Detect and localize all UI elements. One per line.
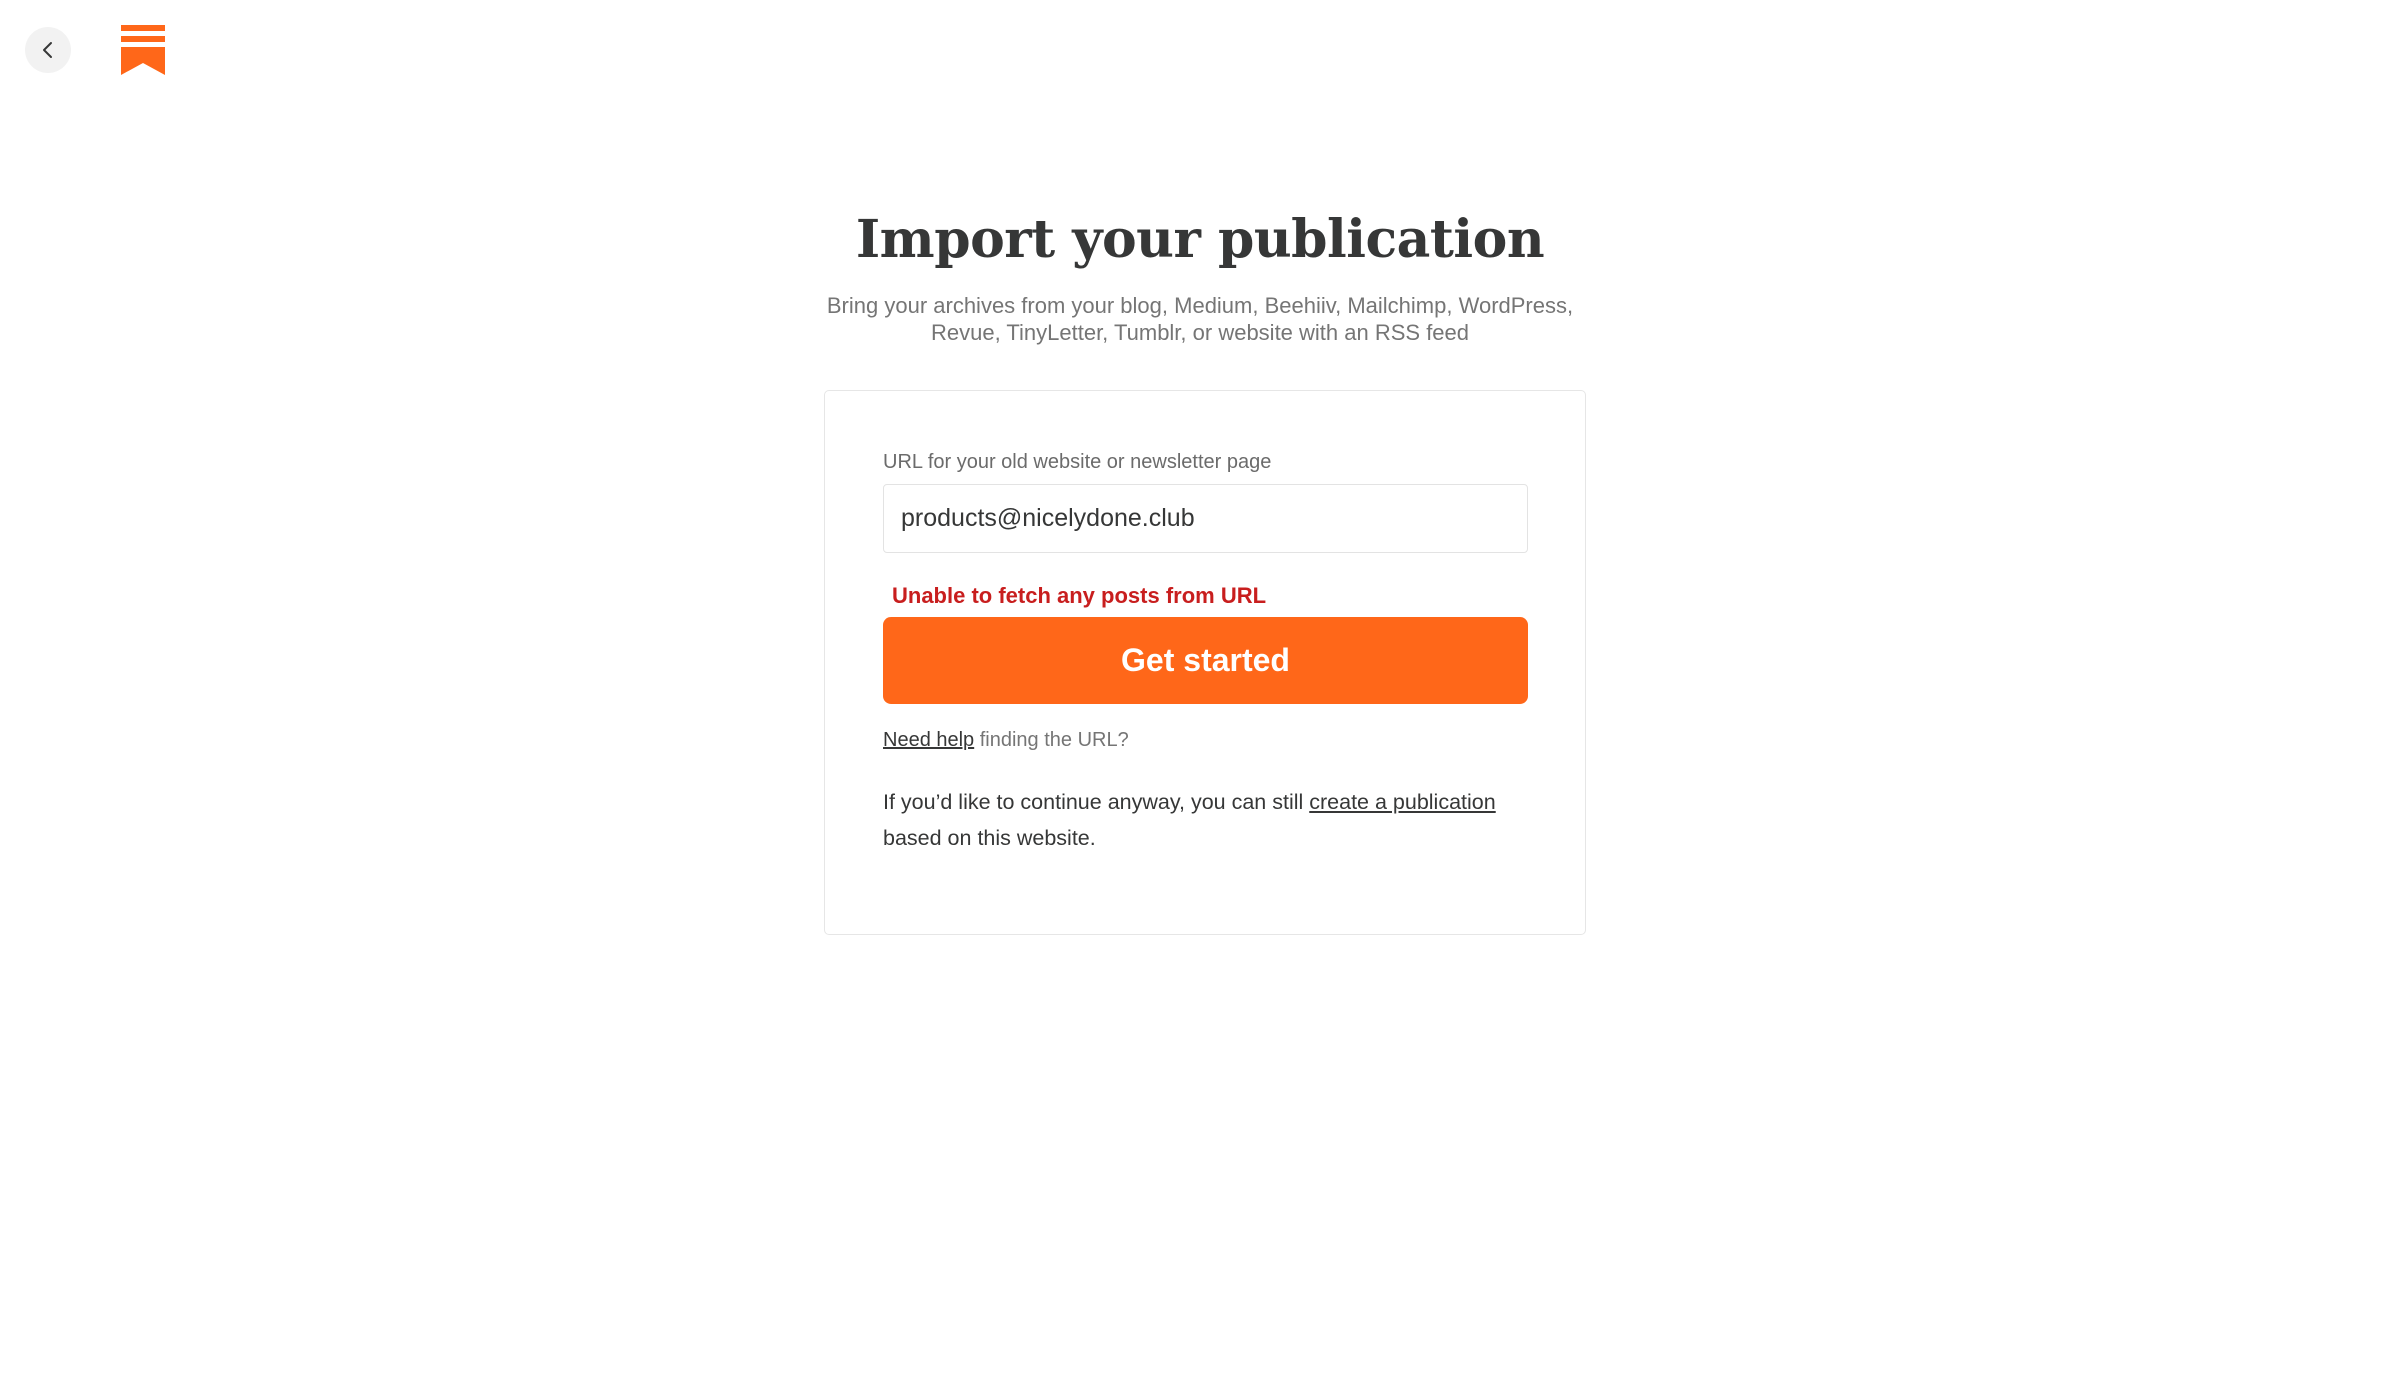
help-line: Need help finding the URL? [883, 729, 1129, 752]
get-started-button[interactable]: Get started [883, 617, 1528, 704]
url-input[interactable] [883, 484, 1528, 553]
chevron-left-icon [43, 42, 52, 58]
page-header: Import your publication Bring your archi… [0, 200, 2400, 346]
continue-anyway-text: If you’d like to continue anyway, you ca… [883, 784, 1543, 856]
need-help-link[interactable]: Need help [883, 729, 974, 751]
subtitle-line-2: Revue, TinyLetter, Tumblr, or website wi… [930, 320, 1470, 345]
page-subtitle: Bring your archives from your blog, Medi… [810, 292, 1590, 346]
continue-prefix: If you’d like to continue anyway, you ca… [883, 790, 1310, 814]
substack-logo-icon[interactable] [121, 25, 165, 75]
subtitle-line-1: Bring your archives from your blog, Medi… [826, 293, 1574, 318]
error-message: Unable to fetch any posts from URL [892, 583, 1267, 608]
top-bar [0, 0, 2400, 100]
back-button[interactable] [25, 27, 71, 73]
page-title: Import your publication [855, 209, 1545, 270]
create-publication-link[interactable]: create a publication [1309, 790, 1495, 814]
import-form-card: URL for your old website or newsletter p… [824, 390, 1586, 935]
help-line-text: finding the URL? [974, 729, 1129, 751]
continue-suffix: based on this website. [883, 826, 1096, 850]
url-field-label: URL for your old website or newsletter p… [883, 451, 1272, 473]
